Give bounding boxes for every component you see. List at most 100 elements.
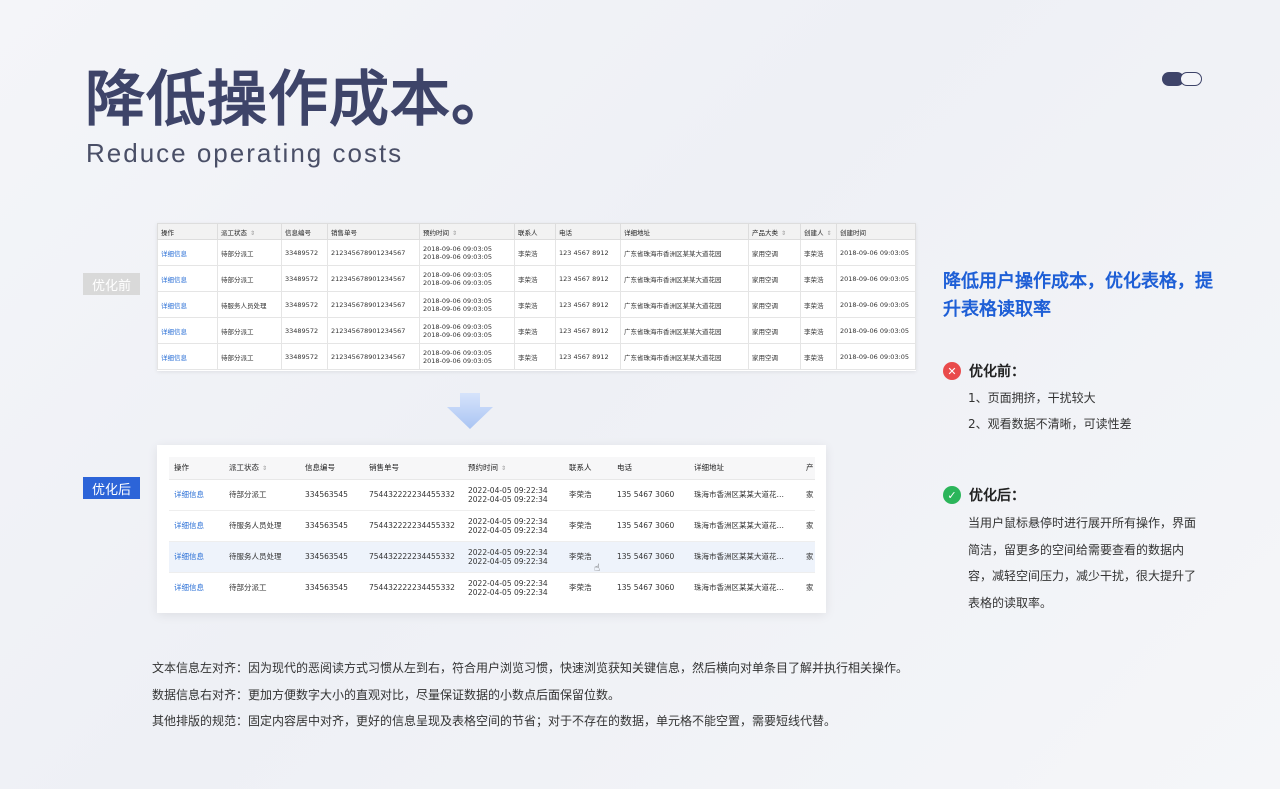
address-cell: 珠海市香洲区某某大道花… xyxy=(689,572,801,603)
col-header[interactable]: 派工状态 ⇕ xyxy=(224,457,300,480)
time-line: 2018-09-06 09:03:05 xyxy=(423,296,493,305)
category-cell: 家 xyxy=(801,541,815,573)
detail-link[interactable]: 详细信息 xyxy=(169,479,224,511)
contact-cell: 李荣浩 xyxy=(514,291,556,318)
time-line: 2018-09-06 09:03:05 xyxy=(423,304,493,313)
contact-cell: 李荣浩 xyxy=(564,510,612,542)
status-cell: 待服务人员处理 xyxy=(224,541,300,573)
sales-no-cell: 212345678901234567 xyxy=(327,291,420,318)
before-table-header: 操作 派工状态 ⇕ 信息编号 销售单号 预约时间 ⇕ 联系人 电话 详细地址 产品大… xyxy=(157,223,916,240)
address-cell: 广东省珠海市香洲区某某大道花园 xyxy=(620,317,749,344)
sort-icon[interactable]: ⇕ xyxy=(250,230,255,237)
table-row: 详细信息 待部分派工 33489572 212345678901234567 2018-… xyxy=(157,265,916,292)
sort-icon[interactable]: ⇕ xyxy=(827,230,832,237)
sales-no-cell: 212345678901234567 xyxy=(327,239,420,266)
status-cell: 待部分派工 xyxy=(224,572,300,603)
col-header: 联系人 xyxy=(514,223,556,240)
detail-link[interactable]: 详细信息 xyxy=(169,510,224,542)
time-line: 2018-09-06 09:03:05 xyxy=(423,322,493,331)
table-row[interactable]: 详细信息 待部分派工 334563545 754432222234455332 2022… xyxy=(169,572,815,603)
hand-pointer-icon: ☝ xyxy=(594,563,601,574)
contact-cell: 李荣浩 xyxy=(514,265,556,292)
detail-link[interactable]: 详细信息 xyxy=(169,572,224,603)
address-cell: 珠海市香洲区某某大道花… xyxy=(689,541,801,573)
detail-link[interactable]: 详细信息 xyxy=(157,265,218,292)
time-cell: 2018-09-06 09:03:05 2018-09-06 09:03:05 xyxy=(419,291,515,318)
phone-cell: 123 4567 8912 xyxy=(555,291,621,318)
creator-cell: 李荣浩 xyxy=(800,317,837,344)
after-description: 当用户鼠标悬停时进行展开所有操作，界面简洁，留更多的空间给需要查看的数据内容，减… xyxy=(968,516,1197,610)
phone-cell: 135 5467 3060 xyxy=(612,541,689,573)
sort-icon[interactable]: ⇕ xyxy=(452,230,457,237)
after-table-card: 操作 派工状态 ⇕ 信息编号 销售单号 预约时间 ⇕ 联系人 电话 详细地址 产 详… xyxy=(157,445,826,613)
status-cell: 待部分派工 xyxy=(217,317,282,344)
sales-no-cell: 212345678901234567 xyxy=(327,265,420,292)
list-item: 1、页面拥挤，干扰较大 xyxy=(968,391,1096,405)
col-header[interactable]: 预约时间 ⇕ xyxy=(419,223,515,240)
col-header: 详细地址 xyxy=(620,223,749,240)
phone-cell: 135 5467 3060 xyxy=(612,479,689,511)
table-row[interactable]: 详细信息 待服务人员处理 334563545 754432222234455332 20… xyxy=(169,510,815,542)
toggle-knob-outline xyxy=(1180,72,1202,86)
time-line: 2018-09-06 09:03:05 xyxy=(423,356,493,365)
before-section-title: ✕ 优化前： xyxy=(943,361,1025,381)
category-cell: 家用空调 xyxy=(748,291,801,318)
created-cell: 2018-09-06 09:03:05 xyxy=(836,317,916,344)
detail-link[interactable]: 详细信息 xyxy=(157,317,218,344)
after-table: 操作 派工状态 ⇕ 信息编号 销售单号 预约时间 ⇕ 联系人 电话 详细地址 产 详… xyxy=(169,457,815,603)
col-header[interactable]: 预约时间 ⇕ xyxy=(463,457,564,480)
col-header[interactable]: 创建人 ⇕ xyxy=(800,223,837,240)
table-row: 详细信息 待服务人员处理 33489572 212345678901234567 201… xyxy=(157,291,916,318)
phone-cell: 123 4567 8912 xyxy=(555,265,621,292)
col-header: 电话 xyxy=(612,457,689,480)
table-row[interactable]: 详细信息 待服务人员处理 334563545 754432222234455332 20… xyxy=(169,541,815,573)
category-cell: 家用空调 xyxy=(748,343,801,370)
detail-link[interactable]: 详细信息 xyxy=(157,291,218,318)
created-cell: 2018-09-06 09:03:05 xyxy=(836,291,916,318)
time-line: 2022-04-05 09:22:34 xyxy=(468,587,548,597)
status-cell: 待服务人员处理 xyxy=(224,510,300,542)
time-cell: 2022-04-05 09:22:34 2022-04-05 09:22:34 xyxy=(463,510,564,542)
status-cell: 待服务人员处理 xyxy=(217,291,282,318)
col-header: 联系人 xyxy=(564,457,612,480)
note-line: 文本信息左对齐：因为现代的恶阅读方式习惯从左到右，符合用户浏览习惯，快速浏览获知… xyxy=(152,661,909,675)
status-cell: 待部分派工 xyxy=(224,479,300,511)
note-line: 其他排版的规范：固定内容居中对齐，更好的信息呈现及表格空间的节省；对于不存在的数… xyxy=(152,714,837,728)
label-after: 优化后 xyxy=(83,477,140,499)
detail-link[interactable]: 详细信息 xyxy=(157,239,218,266)
sort-icon[interactable]: ⇕ xyxy=(262,465,267,472)
col-header: 详细地址 xyxy=(689,457,801,480)
contact-cell: 李荣浩 xyxy=(564,572,612,603)
phone-cell: 135 5467 3060 xyxy=(612,510,689,542)
col-header[interactable]: 派工状态 ⇕ xyxy=(217,223,282,240)
time-line: 2018-09-06 09:03:05 xyxy=(423,270,493,279)
after-section-title: ✓ 优化后： xyxy=(943,485,1025,505)
table-row[interactable]: 详细信息 待部分派工 334563545 75443222223445533​2 202… xyxy=(169,479,815,511)
info-no-cell: 334563545 xyxy=(300,541,364,573)
sort-icon[interactable]: ⇕ xyxy=(501,465,506,472)
category-cell: 家 xyxy=(801,572,815,603)
status-cell: 待部分派工 xyxy=(217,239,282,266)
sales-no-cell: 75443222223445533​2 xyxy=(364,479,463,511)
status-cell: 待部分派工 xyxy=(217,265,282,292)
category-cell: 家 xyxy=(801,510,815,542)
list-item: 2、观看数据不清晰，可读性差 xyxy=(968,417,1132,431)
time-line: 2022-04-05 09:22:34 xyxy=(468,516,548,526)
toggle-icon[interactable] xyxy=(1162,70,1202,88)
time-line: 2018-09-06 09:03:05 xyxy=(423,348,493,357)
sales-no-cell: 212345678901234567 xyxy=(327,317,420,344)
sort-icon[interactable]: ⇕ xyxy=(781,230,786,237)
creator-cell: 李荣浩 xyxy=(800,343,837,370)
col-header: 创建时间 xyxy=(836,223,916,240)
detail-link[interactable]: 详细信息 xyxy=(169,541,224,573)
category-cell: 家用空调 xyxy=(748,265,801,292)
status-cell: 待部分派工 xyxy=(217,343,282,370)
label-before: 优化前 xyxy=(83,273,140,295)
detail-link[interactable]: 详细信息 xyxy=(157,343,218,370)
contact-cell: 李荣浩 xyxy=(514,239,556,266)
time-cell: 2022-04-05 09:22:34 2022-04-05 09:22:34 xyxy=(463,479,564,511)
col-header: 操作 xyxy=(169,457,224,480)
col-header[interactable]: 产品大类 ⇕ xyxy=(748,223,801,240)
address-cell: 珠海市香洲区某某大道花… xyxy=(689,479,801,511)
time-line: 2022-04-05 09:22:34 xyxy=(468,485,548,495)
